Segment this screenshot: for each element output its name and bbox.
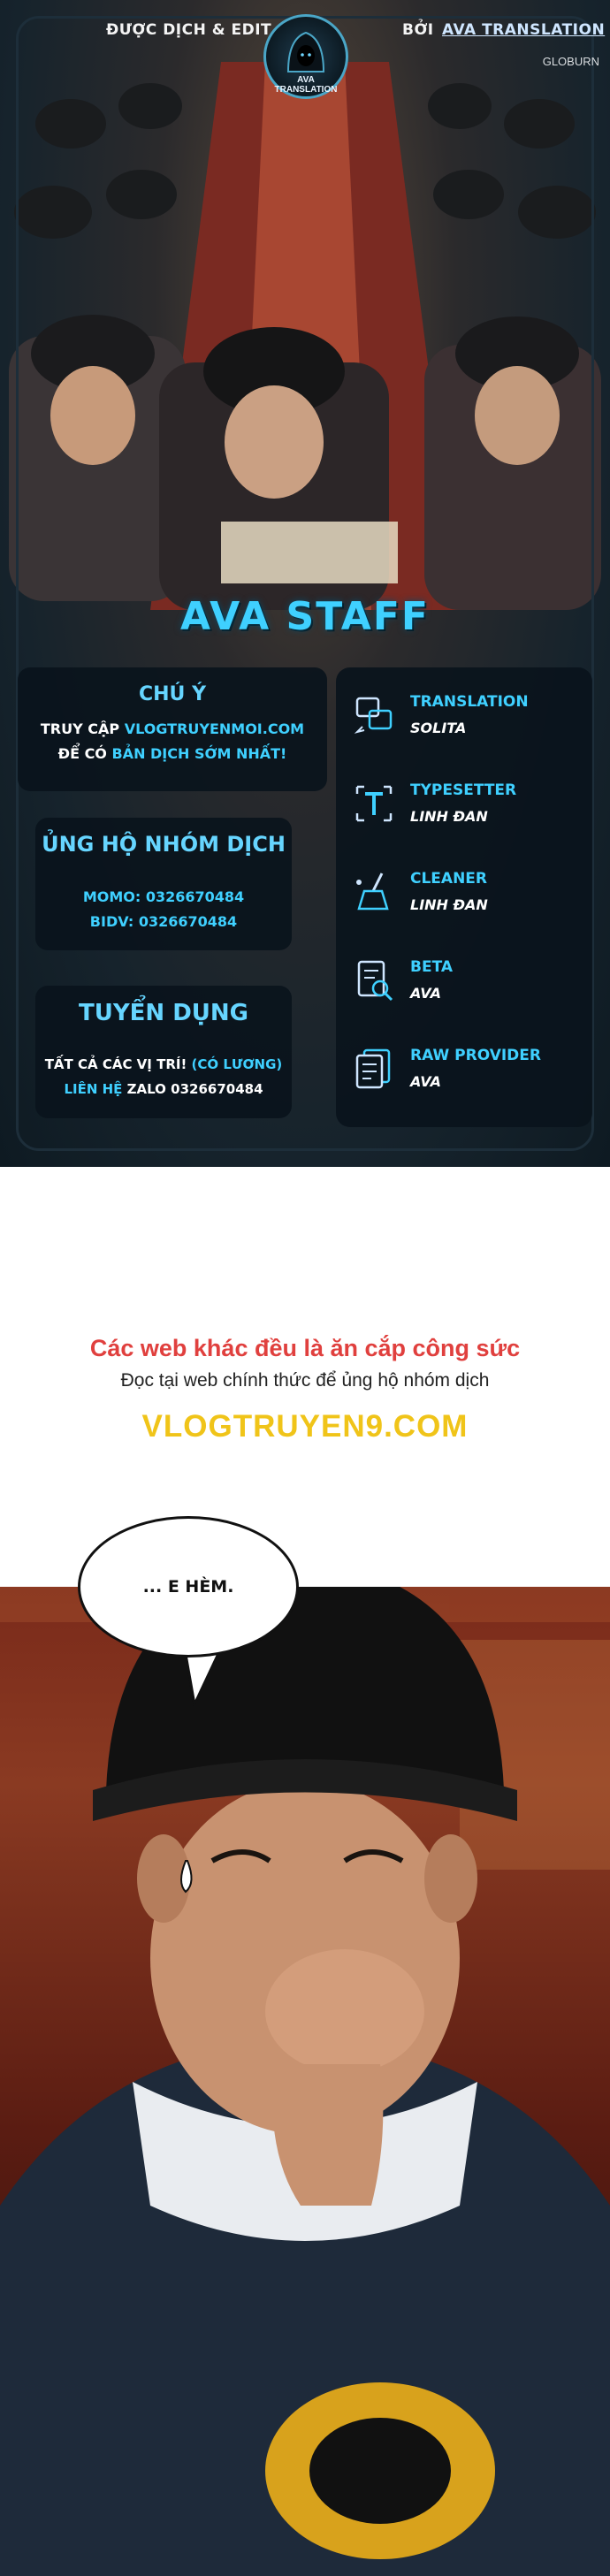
site-link[interactable]: VLOGTRUYENMOI.COM: [125, 720, 304, 737]
role-name: LINH ĐAN: [410, 896, 488, 913]
role-name: LINH ĐAN: [410, 808, 488, 825]
credits-banner: ĐƯỢC DỊCH & EDIT BỞI AVA TRANSLATION GLO…: [0, 0, 610, 1167]
role-translation: TRANSLATION SOLITA: [352, 681, 582, 751]
recruit-heading: TUYỂN DỤNG: [78, 1000, 249, 1026]
role-title: BETA: [410, 958, 454, 976]
recruit-card: TUYỂN DỤNG TẤT CẢ CÁC VỊ TRÍ! (CÓ LƯƠNG)…: [35, 986, 292, 1118]
role-raw-provider: RAW PROVIDER AVA: [352, 1034, 582, 1105]
speech-bubble: ... E HÈM.: [78, 1516, 299, 1658]
notice-line-1-prefix: TRUY CẬP: [40, 720, 120, 737]
role-name: SOLITA: [410, 720, 467, 736]
role-title: TRANSLATION: [410, 693, 529, 711]
team-logo: AVA TRANSLATION: [263, 14, 348, 99]
recruit-line-2-rest: ZALO 0326670484: [126, 1081, 263, 1097]
bidv-line: BIDV: 0326670484: [89, 913, 238, 930]
notice-heading: CHÚ Ý: [138, 683, 206, 705]
role-title: TYPESETTER: [410, 781, 517, 799]
staff-roles: TRANSLATION SOLITA TYPESETTER LINH ĐAN C…: [336, 667, 592, 1127]
role-name: AVA: [410, 1073, 441, 1090]
recruit-line-1: TẤT CẢ CÁC VỊ TRÍ! (CÓ LƯƠNG): [35, 1056, 292, 1072]
broom-icon: [356, 873, 389, 911]
recruit-line-2-highlight: LIÊN HỆ: [64, 1081, 123, 1097]
notice-line-2-highlight: BẢN DỊCH SỚM NHẤT!: [111, 745, 287, 762]
role-name: AVA: [410, 985, 441, 1002]
document-stack-icon: [355, 1048, 391, 1089]
speech-bubble-text: ... E HÈM.: [142, 1577, 234, 1597]
role-cleaner: CLEANER LINH ĐAN: [352, 857, 582, 928]
support-heading: ỦNG HỘ NHÓM DỊCH: [42, 832, 286, 857]
recruit-line-2: LIÊN HỆ ZALO 0326670484: [35, 1081, 292, 1097]
momo-line: MOMO: 0326670484: [82, 888, 245, 905]
watermark: GLOBURN: [542, 55, 599, 68]
notice-line-2: ĐỂ CÓ BẢN DỊCH SỚM NHẤT!: [18, 745, 327, 762]
text-tool-icon: [355, 785, 393, 822]
credits-header: ĐƯỢC DỊCH & EDIT BỞI AVA TRANSLATION GLO…: [0, 9, 610, 99]
document-search-icon: [357, 960, 393, 1002]
notice-line-2-prefix: ĐỂ CÓ: [57, 745, 107, 762]
team-link[interactable]: AVA TRANSLATION: [442, 21, 605, 39]
credit-by-label: BỞI: [402, 21, 434, 39]
staff-title: AVA STAFF: [180, 594, 430, 639]
translate-icon: [354, 697, 393, 734]
support-card: ỦNG HỘ NHÓM DỊCH MOMO: 0326670484 BIDV: …: [35, 818, 292, 950]
role-typesetter: TYPESETTER LINH ĐAN: [352, 769, 582, 840]
comic-panel: [0, 1587, 610, 2576]
read-official-instruction: Đọc tại web chính thức để ủng hộ nhóm dị…: [120, 1370, 490, 1391]
copyright-warning: Các web khác đều là ăn cắp công sức: [89, 1335, 521, 1361]
official-site-link[interactable]: VLOGTRUYEN9.COM: [0, 1409, 610, 1444]
recruit-line-1-prefix: TẤT CẢ CÁC VỊ TRÍ!: [44, 1056, 187, 1072]
role-beta: BETA AVA: [352, 946, 582, 1017]
role-title: RAW PROVIDER: [410, 1047, 541, 1064]
credit-label: ĐƯỢC DỊCH & EDIT: [106, 21, 272, 39]
role-title: CLEANER: [410, 870, 488, 888]
recruit-line-1-highlight: (CÓ LƯƠNG): [191, 1056, 283, 1072]
notice-card: CHÚ Ý TRUY CẬP VLOGTRUYENMOI.COM ĐỂ CÓ B…: [18, 667, 327, 791]
official-illustration: [0, 1587, 610, 2576]
logo-text: AVA TRANSLATION: [274, 75, 338, 95]
notice-line-1: TRUY CẬP VLOGTRUYENMOI.COM: [18, 720, 327, 737]
